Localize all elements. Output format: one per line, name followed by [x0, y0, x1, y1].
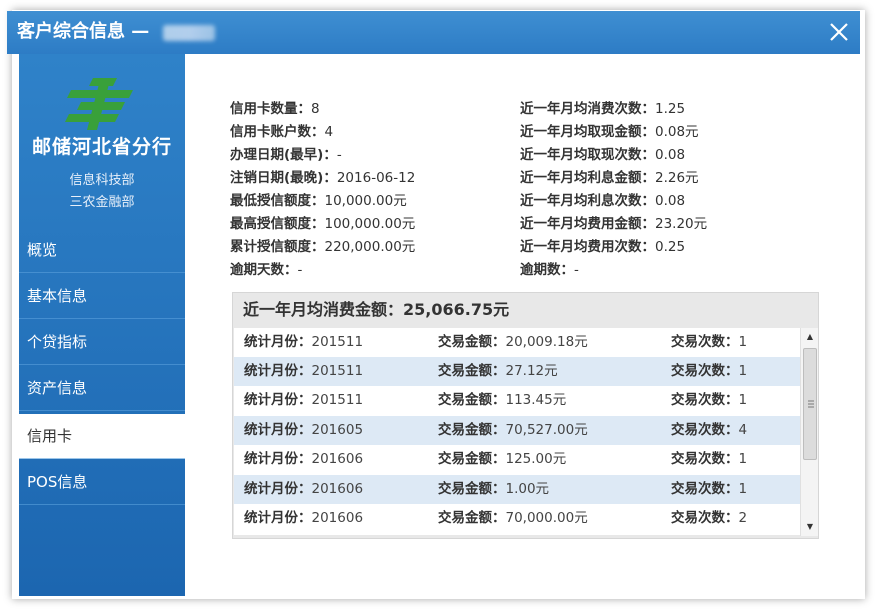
info-cancel-date: 注销日期(最晚)：2016-06-12 — [230, 170, 416, 186]
sidebar-item-basic-info[interactable]: 基本信息 — [19, 274, 185, 319]
sidebar-item-label: 概览 — [27, 241, 58, 259]
sidebar-item-credit-card[interactable]: 信用卡 — [19, 414, 185, 459]
close-button[interactable] — [824, 17, 854, 47]
monthly-spend-panel: 近一年月均消费金额：25,066.75元 统计月份： 201511 交易金额： 20… — [232, 292, 819, 539]
panel-title: 近一年月均消费金额：25,066.75元 — [243, 300, 510, 319]
info-avg-fee-amount: 近一年月均费用金额：23.20元 — [520, 216, 708, 232]
window-title: 客户综合信息 — — [17, 21, 150, 42]
sidebar-item-label: POS信息 — [27, 473, 88, 491]
info-avg-interest-amount: 近一年月均利息金额：2.26元 — [520, 170, 699, 186]
info-overdue-days: 逾期天数：- — [230, 262, 303, 278]
info-open-date: 办理日期(最早)：- — [230, 147, 342, 163]
info-max-credit: 最高授信额度：100,000.00元 — [230, 216, 416, 232]
table-row: 统计月份： 201511 交易金额： 113.45元 交易次数： 1 — [244, 392, 748, 408]
table-row: 统计月份： 201606 交易金额： 125.00元 交易次数： 1 — [244, 451, 748, 467]
redacted-customer-name — [163, 25, 215, 41]
info-avg-spend-count: 近一年月均消费次数：1.25 — [520, 101, 686, 117]
sidebar-item-loan-metrics[interactable]: 个贷指标 — [19, 320, 185, 365]
table-row: 统计月份： 201606 交易金额： 70,000.00元 交易次数： 2 — [244, 510, 748, 526]
sidebar-item-label: 信用卡 — [27, 427, 73, 445]
dept-rural: 三农金融部 — [69, 195, 135, 210]
grip-icon — [808, 400, 814, 408]
sidebar-item-overview[interactable]: 概览 — [19, 228, 185, 273]
sidebar-item-label: 资产信息 — [27, 379, 88, 397]
scroll-up-arrow-icon[interactable]: ▲ — [805, 332, 815, 342]
table-row: 统计月份： 201605 交易金额： 70,527.00元 交易次数： 4 — [234, 416, 800, 445]
scroll-down-arrow-icon[interactable]: ▼ — [805, 522, 815, 532]
sidebar-item-label: 基本信息 — [27, 287, 88, 305]
close-icon — [830, 23, 848, 41]
sidebar-item-pos[interactable]: POS信息 — [19, 460, 185, 505]
table-row: 统计月份： 201606 交易金额： 1.00元 交易次数： 1 — [234, 475, 800, 504]
table-row: 统计月份： 201511 交易金额： 27.12元 交易次数： 1 — [234, 357, 800, 386]
info-avg-cash-amount: 近一年月均取现金额：0.08元 — [520, 124, 699, 140]
info-overdue-count: 逾期数：- — [520, 262, 579, 278]
info-card-count: 信用卡数量：8 — [230, 101, 320, 117]
dept-it: 信息科技部 — [69, 173, 135, 188]
info-account-count: 信用卡账户数：4 — [230, 124, 334, 140]
postal-logo-icon — [65, 78, 133, 130]
org-name: 邮储河北省分行 — [31, 136, 172, 158]
transaction-list[interactable]: 统计月份： 201511 交易金额： 20,009.18元 交易次数： 1 统计月份：… — [234, 328, 800, 535]
scroll-thumb[interactable] — [803, 348, 817, 460]
title-bar[interactable]: 客户综合信息 — — [7, 11, 860, 54]
sidebar: 邮储河北省分行 信息科技部 三农金融部 概览 基本信息 个贷指标 资产信息 信用… — [19, 54, 185, 596]
info-avg-interest-count: 近一年月均利息次数：0.08 — [520, 193, 686, 209]
sidebar-item-label: 个贷指标 — [27, 333, 88, 351]
list-scrollbar[interactable]: ▲ ▼ — [800, 328, 818, 536]
table-row: 统计月份： 201511 交易金额： 20,009.18元 交易次数： 1 — [244, 334, 748, 350]
sidebar-item-assets[interactable]: 资产信息 — [19, 366, 185, 411]
info-avg-cash-count: 近一年月均取现次数：0.08 — [520, 147, 686, 163]
info-avg-fee-count: 近一年月均费用次数：0.25 — [520, 239, 686, 255]
info-total-credit: 累计授信额度：220,000.00元 — [230, 239, 416, 255]
info-min-credit: 最低授信额度：10,000.00元 — [230, 193, 407, 209]
